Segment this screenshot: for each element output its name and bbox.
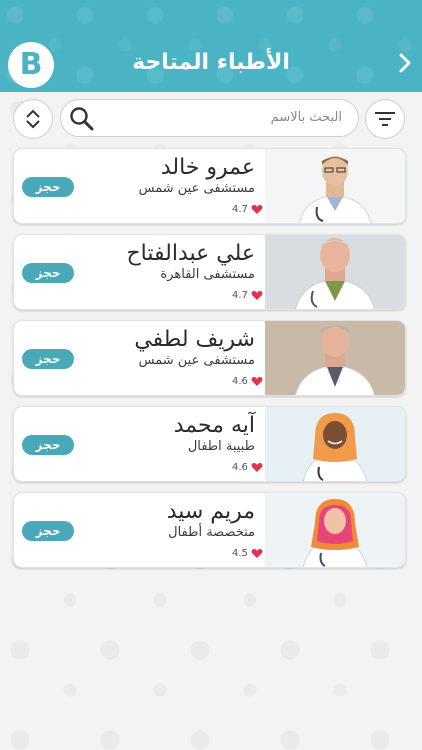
book-button[interactable]: حجز	[22, 263, 74, 283]
filter-button[interactable]	[365, 99, 405, 139]
heart-icon	[251, 205, 263, 214]
doctor-card[interactable]: علي عبدالفتاح مستشفى القاهرة 4.7 حجز	[13, 234, 406, 310]
rating: 4.7	[232, 290, 263, 301]
heart-icon	[251, 291, 263, 300]
page-title: الأطباء المتاحة	[132, 50, 290, 75]
chevron-right-icon[interactable]	[398, 52, 412, 79]
doctor-hospital: مستشفى عين شمس	[138, 181, 255, 196]
rating-value: 4.6	[232, 462, 248, 473]
doctor-card[interactable]: شريف لطفي مستشفى عين شمس 4.6 حجز	[13, 320, 406, 396]
doctor-card[interactable]: عمرو خالد مستشفى عين شمس 4.7 حجز	[13, 148, 406, 224]
doctor-name: شريف لطفي	[134, 327, 255, 352]
doctor-hospital: مستشفى عين شمس	[138, 353, 255, 368]
doctor-name: مريم سيد	[166, 499, 255, 524]
heart-icon	[251, 463, 263, 472]
sort-icon	[26, 109, 40, 129]
rating-value: 4.6	[232, 376, 248, 387]
sort-button[interactable]	[13, 99, 53, 139]
book-button[interactable]: حجز	[22, 435, 74, 455]
rating: 4.6	[232, 462, 263, 473]
search-toolbar: البحث بالاسم	[0, 92, 422, 142]
doctor-photo	[265, 493, 405, 567]
search-placeholder: البحث بالاسم	[270, 110, 342, 125]
book-button[interactable]: حجز	[22, 521, 74, 541]
doctor-hospital: مستشفى القاهرة	[160, 267, 255, 282]
doctor-photo	[265, 149, 405, 223]
doctor-hospital: متخصصة أطفال	[168, 525, 255, 540]
rating: 4.5	[232, 548, 263, 559]
heart-icon	[251, 549, 263, 558]
doctor-name: علي عبدالفتاح	[126, 241, 255, 266]
doctor-photo	[265, 321, 405, 395]
rating-value: 4.5	[232, 548, 248, 559]
doctor-hospital: طبيبة اطفال	[187, 439, 255, 454]
book-button[interactable]: حجز	[22, 177, 74, 197]
app-header: B الأطباء المتاحة	[0, 0, 422, 92]
rating-value: 4.7	[232, 204, 248, 215]
search-input[interactable]: البحث بالاسم	[60, 99, 359, 137]
doctor-card[interactable]: آيه محمد طبيبة اطفال 4.6 حجز	[13, 406, 406, 482]
doctor-photo	[265, 407, 405, 481]
search-icon[interactable]	[69, 106, 95, 136]
doctor-card[interactable]: مريم سيد متخصصة أطفال 4.5 حجز	[13, 492, 406, 568]
filter-icon	[375, 112, 395, 126]
doctor-photo	[265, 235, 405, 309]
doctor-name: آيه محمد	[173, 413, 255, 438]
rating: 4.6	[232, 376, 263, 387]
rating: 4.7	[232, 204, 263, 215]
book-button[interactable]: حجز	[22, 349, 74, 369]
rating-value: 4.7	[232, 290, 248, 301]
heart-icon	[251, 377, 263, 386]
doctor-name: عمرو خالد	[160, 155, 255, 180]
